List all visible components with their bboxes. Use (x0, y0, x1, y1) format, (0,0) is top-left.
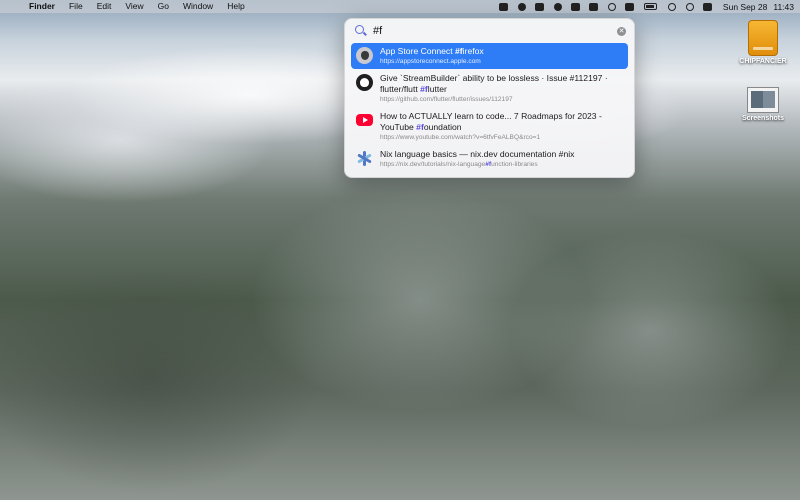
battery-icon[interactable] (639, 0, 663, 13)
clipboard-icon[interactable] (531, 0, 549, 13)
result-item[interactable]: Nix language basics — nix.dev documentat… (351, 146, 628, 172)
search-panel: ✕ App Store Connect #firefox https://app… (344, 18, 635, 178)
results-list: App Store Connect #firefox https://appst… (345, 43, 634, 172)
search-bar: ✕ (345, 19, 634, 43)
control-center-icon[interactable] (699, 0, 717, 13)
result-item[interactable]: App Store Connect #firefox https://appst… (351, 43, 628, 69)
result-item[interactable]: How to ACTUALLY learn to code... 7 Roadm… (351, 108, 628, 145)
desktop-item-screenshots[interactable]: Screenshots (731, 83, 795, 122)
external-drive-icon (748, 20, 778, 56)
menu-help[interactable]: Help (220, 0, 251, 13)
desktop-item-chipfancier[interactable]: CHIPFANCIER (731, 20, 795, 65)
clear-search-icon[interactable]: ✕ (617, 26, 626, 36)
result-url: https://github.com/flutter/flutter/issue… (380, 96, 513, 103)
menubar-clock[interactable]: 11:43 (767, 2, 794, 12)
apple-icon (356, 47, 373, 64)
cat-icon[interactable] (513, 0, 531, 13)
result-title: Give `StreamBuilder` ability to be lossl… (380, 73, 608, 83)
menubar-date[interactable]: Sun Sep 28 (717, 2, 767, 12)
menu-bar: Finder File Edit View Go Window Help Sun… (0, 0, 800, 13)
folder-screenshots-icon (747, 87, 779, 113)
result-url: https://www.youtube.com/watch?v=6tfvFeAL… (380, 134, 541, 141)
menu-window[interactable]: Window (176, 0, 220, 13)
timer-icon[interactable] (603, 0, 621, 13)
youtube-icon (356, 114, 373, 126)
m-box-icon[interactable] (567, 0, 585, 13)
desktop-item-label: CHIPFANCIER (739, 58, 787, 65)
result-url: https://nix.dev/tutorials/nix-language#f… (380, 161, 538, 168)
x-circle-icon[interactable] (549, 0, 567, 13)
nix-icon (356, 150, 373, 167)
result-item[interactable]: Give `StreamBuilder` ability to be lossl… (351, 70, 628, 107)
a-box-icon[interactable] (621, 0, 639, 13)
menu-edit[interactable]: Edit (90, 0, 119, 13)
result-title: App Store Connect #firefox (380, 46, 484, 56)
result-title-line2: flutter/flutt #flutter (380, 84, 447, 94)
stack-icon[interactable] (495, 0, 513, 13)
search-icon (355, 25, 367, 37)
menu-go[interactable]: Go (151, 0, 176, 13)
search-icon[interactable] (681, 0, 699, 13)
result-title-line2: YouTube #foundation (380, 122, 462, 132)
wifi-icon[interactable] (663, 0, 681, 13)
result-url: https://appstoreconnect.apple.com (380, 58, 481, 65)
menu-file[interactable]: File (62, 0, 90, 13)
contacts-icon[interactable] (585, 0, 603, 13)
menu-view[interactable]: View (118, 0, 150, 13)
search-input[interactable] (373, 25, 617, 37)
github-icon (356, 74, 373, 91)
desktop-item-label: Screenshots (741, 115, 785, 122)
result-title: Nix language basics — nix.dev documentat… (380, 149, 575, 159)
menu-app-finder[interactable]: Finder (22, 0, 62, 13)
result-title: How to ACTUALLY learn to code... 7 Roadm… (380, 111, 602, 121)
